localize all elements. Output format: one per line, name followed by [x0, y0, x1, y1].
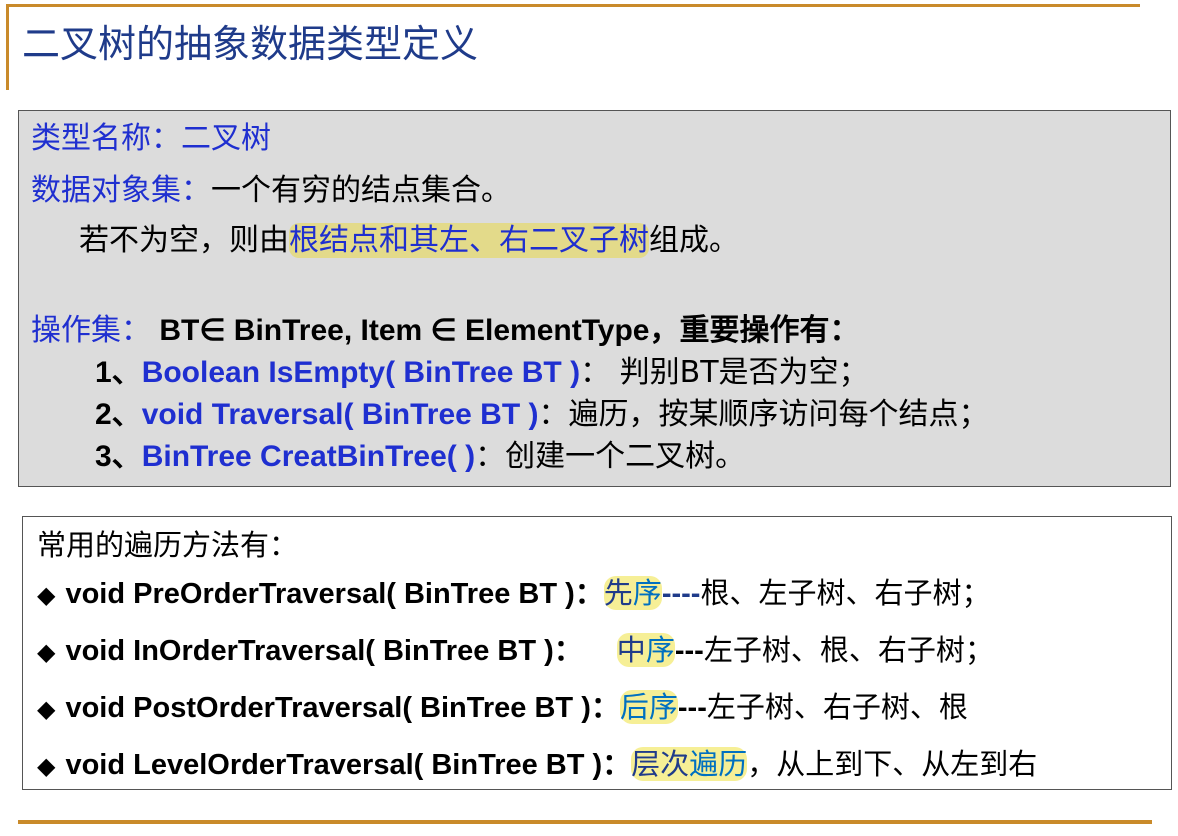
traversal-name-part: 遍历 [689, 747, 748, 781]
traversal-methods-box: 常用的遍历方法有： ◆ void PreOrderTraversal( BinTr… [22, 516, 1172, 790]
traversal-signature: void PreOrderTraversal( BinTree BT )： [65, 578, 604, 610]
op-description: ：遍历，按某顺序访问每个结点； [538, 397, 989, 432]
dataset-line: 数据对象集：一个有穷的结点集合。 [31, 169, 511, 213]
diamond-bullet-icon: ◆ [37, 752, 56, 780]
op-signature: Boolean IsEmpty( BinTree BT ) [141, 356, 581, 389]
traversal-dash: --- [677, 692, 707, 724]
diamond-bullet-icon: ◆ [37, 638, 56, 666]
diamond-bullet-icon: ◆ [37, 581, 56, 609]
ops-header-line: 操作集： BT∈ BinTree, Item ∈ ElementType，重要操… [31, 311, 860, 351]
top-rule [6, 4, 1140, 7]
traversal-name-part: 序 [648, 690, 678, 724]
traversal-name-highlight: 中序 [616, 633, 675, 667]
traversal-signature: void PostOrderTraversal( BinTree BT )： [65, 692, 620, 724]
traversal-name-part: 序 [632, 576, 662, 610]
ops-header: BT∈ BinTree, Item ∈ ElementType，重要操作有： [151, 314, 860, 347]
traversal-heading: 常用的遍历方法有： [37, 528, 299, 562]
traversal-item: ◆ void LevelOrderTraversal( BinTree BT )：… [37, 744, 1037, 786]
type-name-line: 类型名称：二叉树 [31, 117, 271, 161]
traversal-dash: ---- [661, 578, 701, 610]
traversal-signature: void LevelOrderTraversal( BinTree BT )： [65, 749, 632, 781]
nonempty-prefix: 若不为空，则由 [79, 223, 289, 258]
traversal-name-highlight: 先序 [603, 576, 662, 610]
traversal-name-part: 先 [603, 576, 633, 610]
traversal-item: ◆ void PostOrderTraversal( BinTree BT )：后… [37, 687, 968, 729]
traversal-name-part: 序 [645, 633, 675, 667]
traversal-item: ◆ void InOrderTraversal( BinTree BT )： 中序-… [37, 630, 994, 672]
op-number: 1、 [95, 356, 142, 389]
nonempty-line: 若不为空，则由根结点和其左、右二叉子树组成。 [79, 219, 739, 263]
traversal-name-highlight: 后序 [619, 690, 678, 724]
dataset-label: 数据对象集： [31, 173, 211, 208]
op-description: ： 判别BT是否为空； [580, 355, 869, 390]
traversal-signature: void InOrderTraversal( BinTree BT )： [65, 635, 583, 667]
nonempty-highlight: 根结点和其左、右二叉子树 [289, 223, 649, 258]
traversal-name-part: 层次 [631, 747, 690, 781]
traversal-item: ◆ void PreOrderTraversal( BinTree BT )：先序… [37, 573, 990, 615]
traversal-name-part: 后 [619, 690, 649, 724]
op-item: 3、BinTree CreatBinTree( )：创建一个二叉树。 [95, 437, 745, 477]
dataset-value: 一个有穷的结点集合。 [211, 173, 511, 208]
type-name-value: 二叉树 [181, 121, 271, 156]
adt-definition-box: 类型名称：二叉树 数据对象集：一个有穷的结点集合。 若不为空，则由根结点和其左、… [18, 110, 1171, 487]
op-signature: void Traversal( BinTree BT ) [141, 398, 539, 431]
nonempty-suffix: 组成。 [649, 223, 739, 258]
bottom-rule [18, 820, 1152, 824]
traversal-description: ，从上到下、从左到右 [747, 747, 1038, 781]
ops-label: 操作集： [31, 313, 151, 348]
traversal-description: 左子树、右子树、根 [706, 690, 968, 724]
slide-title: 二叉树的抽象数据类型定义 [22, 22, 479, 66]
op-item: 1、Boolean IsEmpty( BinTree BT )： 判别BT是否为… [95, 353, 869, 393]
op-description: ：创建一个二叉树。 [475, 439, 746, 474]
op-number: 2、 [95, 398, 142, 431]
left-rule [6, 4, 9, 90]
op-number: 3、 [95, 440, 142, 473]
diamond-bullet-icon: ◆ [37, 695, 56, 723]
type-name-label: 类型名称： [31, 121, 181, 156]
traversal-name-highlight: 层次遍历 [631, 747, 748, 781]
traversal-description: 左子树、根、右子树； [703, 633, 994, 667]
op-item: 2、void Traversal( BinTree BT )：遍历，按某顺序访问… [95, 395, 988, 435]
op-signature: BinTree CreatBinTree( ) [141, 440, 476, 473]
traversal-description: 根、左子树、右子树； [700, 576, 991, 610]
traversal-dash: --- [674, 635, 704, 667]
traversal-name-part: 中 [616, 633, 646, 667]
